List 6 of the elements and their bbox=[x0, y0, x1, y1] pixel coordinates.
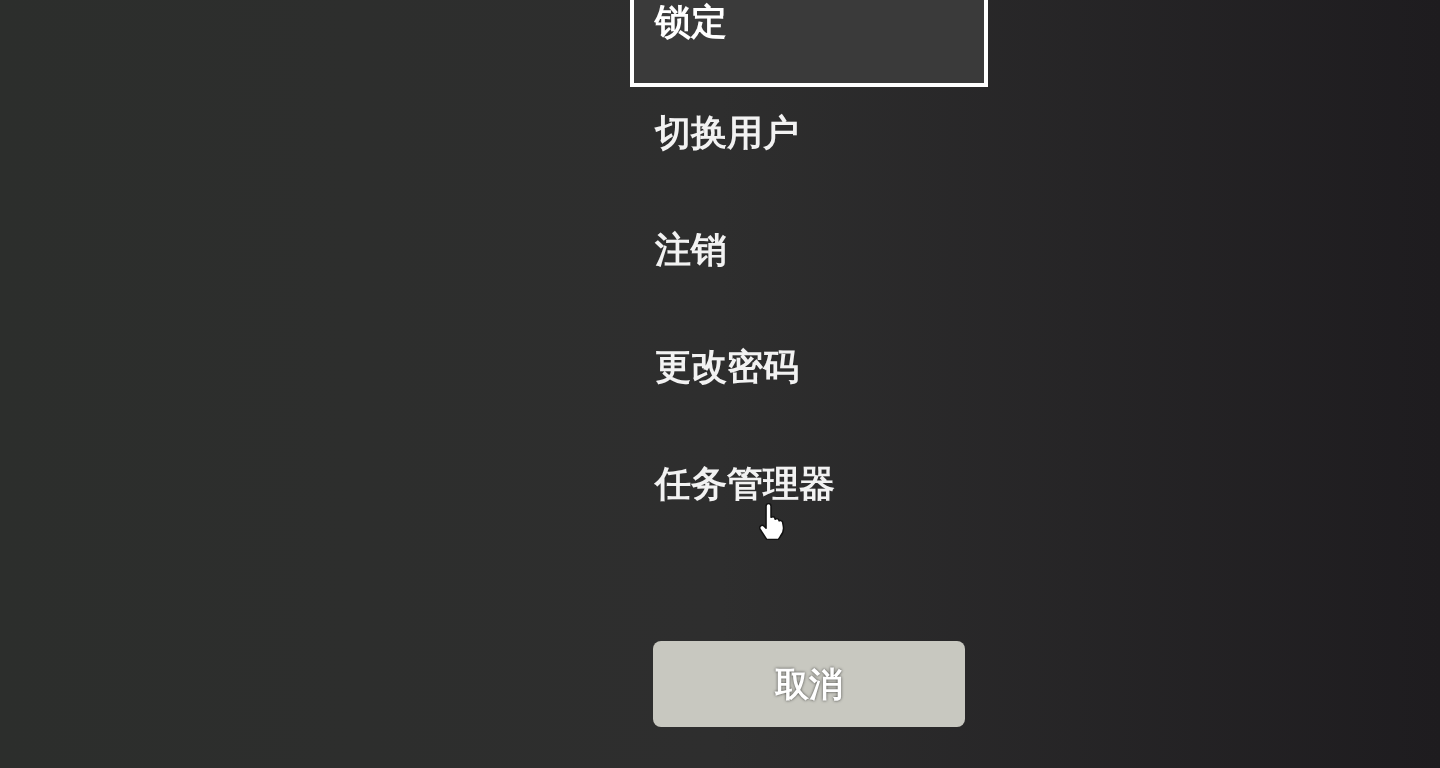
menu-option[interactable]: 注销 bbox=[630, 204, 988, 321]
menu-option[interactable]: 切换用户 bbox=[630, 87, 988, 204]
menu-option[interactable]: 更改密码 bbox=[630, 321, 988, 438]
menu-option[interactable]: 锁定 bbox=[630, 0, 988, 87]
hand-cursor-icon bbox=[756, 503, 786, 540]
menu-option[interactable]: 任务管理器 bbox=[630, 438, 988, 555]
